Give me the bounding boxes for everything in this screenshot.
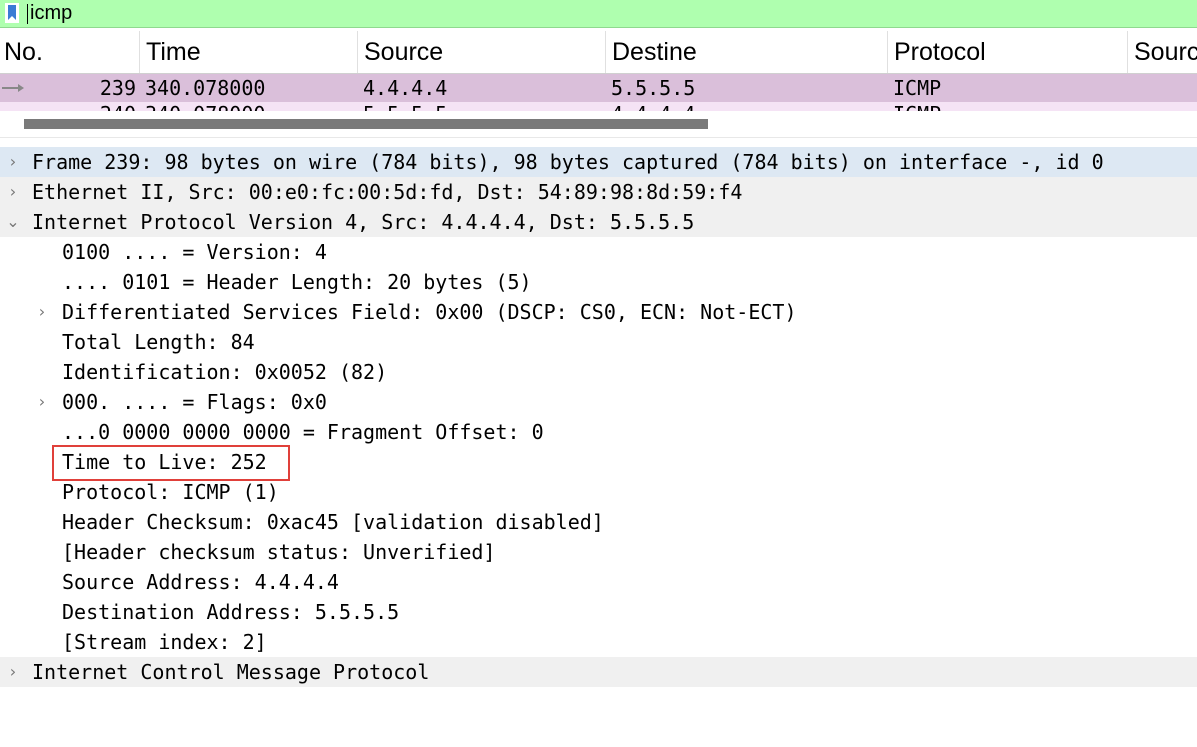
packet-list-header: No. Time Source Destine Protocol Source xyxy=(0,31,1197,74)
tree-item-frame[interactable]: › Frame 239: 98 bytes on wire (784 bits)… xyxy=(0,147,1197,177)
column-header-destination[interactable]: Destine xyxy=(605,31,887,73)
packet-source: 5.5.5.5 xyxy=(363,102,447,111)
tree-item-label: Frame 239: 98 bytes on wire (784 bits), … xyxy=(32,150,1104,174)
tree-item-label: Internet Protocol Version 4, Src: 4.4.4.… xyxy=(32,210,695,234)
packet-no: 239 xyxy=(99,76,136,100)
tree-item-label: Source Address: 4.4.4.4 xyxy=(62,570,339,594)
tree-item-label: Destination Address: 5.5.5.5 xyxy=(62,600,400,624)
tree-item-ip-fragment-offset[interactable]: ...0 0000 0000 0000 = Fragment Offset: 0 xyxy=(0,417,1197,447)
tree-item-ip-checksum-status[interactable]: [Header checksum status: Unverified] xyxy=(0,537,1197,567)
tree-item-ip-src[interactable]: Source Address: 4.4.4.4 xyxy=(0,567,1197,597)
ttl-highlight-box xyxy=(52,445,290,481)
column-header-time[interactable]: Time xyxy=(139,31,357,73)
tree-item-label: [Stream index: 2] xyxy=(62,630,267,654)
tree-item-ip-dst[interactable]: Destination Address: 5.5.5.5 xyxy=(0,597,1197,627)
packet-no: 240 xyxy=(60,102,136,111)
tree-item-ip-dsfield[interactable]: › Differentiated Services Field: 0x00 (D… xyxy=(0,297,1197,327)
packet-destination: 5.5.5.5 xyxy=(611,76,696,100)
tree-item-ip-protocol[interactable]: Protocol: ICMP (1) xyxy=(0,477,1197,507)
chevron-right-icon[interactable]: › xyxy=(34,297,50,327)
tree-item-ip-header-length[interactable]: .... 0101 = Header Length: 20 bytes (5) xyxy=(0,267,1197,297)
packet-time: 340.078000 xyxy=(145,76,266,100)
tree-item-label: 0100 .... = Version: 4 xyxy=(62,240,327,264)
text-cursor xyxy=(27,4,28,24)
tree-item-ip-checksum[interactable]: Header Checksum: 0xac45 [validation disa… xyxy=(0,507,1197,537)
column-header-protocol[interactable]: Protocol xyxy=(887,31,1127,73)
tree-item-label: Differentiated Services Field: 0x00 (DSC… xyxy=(62,300,797,324)
column-header-source[interactable]: Source xyxy=(357,31,605,73)
column-header-source-port[interactable]: Source xyxy=(1127,31,1197,73)
bookmark-icon[interactable] xyxy=(5,3,19,23)
packet-protocol: ICMP xyxy=(893,76,942,100)
scrollbar-thumb[interactable] xyxy=(24,119,708,129)
chevron-right-icon[interactable]: › xyxy=(5,147,21,177)
tree-item-label: Protocol: ICMP (1) xyxy=(62,480,279,504)
related-packet-arrow-icon xyxy=(2,84,24,92)
filter-input[interactable]: icmp xyxy=(30,2,72,25)
tree-item-label: Header Checksum: 0xac45 [validation disa… xyxy=(62,510,604,534)
tree-item-ip-flags[interactable]: › 000. .... = Flags: 0x0 xyxy=(0,387,1197,417)
tree-item-label: Internet Control Message Protocol xyxy=(32,660,430,684)
chevron-right-icon[interactable]: › xyxy=(5,657,21,687)
tree-item-label: Identification: 0x0052 (82) xyxy=(62,360,388,384)
packet-protocol: ICMP xyxy=(893,102,941,111)
tree-item-label: .... 0101 = Header Length: 20 bytes (5) xyxy=(62,270,532,294)
packet-row[interactable]: 239 340.078000 4.4.4.4 5.5.5.5 ICMP xyxy=(0,74,1197,102)
tree-item-ethernet[interactable]: › Ethernet II, Src: 00:e0:fc:00:5d:fd, D… xyxy=(0,177,1197,207)
chevron-down-icon[interactable]: ⌄ xyxy=(5,207,21,237)
packet-row[interactable]: 240 340.078000 5.5.5.5 4.4.4.4 ICMP xyxy=(0,102,1197,111)
tree-item-label: ...0 0000 0000 0000 = Fragment Offset: 0 xyxy=(62,420,544,444)
packet-destination: 4.4.4.4 xyxy=(611,102,695,111)
tree-item-ip-stream-index[interactable]: [Stream index: 2] xyxy=(0,627,1197,657)
chevron-right-icon[interactable]: › xyxy=(34,387,50,417)
tree-item-label: 000. .... = Flags: 0x0 xyxy=(62,390,327,414)
tree-item-ip-total-length[interactable]: Total Length: 84 xyxy=(0,327,1197,357)
tree-item-label: Ethernet II, Src: 00:e0:fc:00:5d:fd, Dst… xyxy=(32,180,743,204)
tree-item-icmp[interactable]: › Internet Control Message Protocol xyxy=(0,657,1197,687)
tree-item-ip-version[interactable]: 0100 .... = Version: 4 xyxy=(0,237,1197,267)
tree-item-ip[interactable]: ⌄ Internet Protocol Version 4, Src: 4.4.… xyxy=(0,207,1197,237)
tree-item-ip-identification[interactable]: Identification: 0x0052 (82) xyxy=(0,357,1197,387)
chevron-right-icon[interactable]: › xyxy=(5,177,21,207)
column-header-no[interactable]: No. xyxy=(0,31,139,73)
packet-time: 340.078000 xyxy=(145,102,265,111)
tree-item-label: Total Length: 84 xyxy=(62,330,255,354)
packet-source: 4.4.4.4 xyxy=(363,76,448,100)
display-filter-bar[interactable]: icmp xyxy=(0,0,1197,28)
tree-item-label: [Header checksum status: Unverified] xyxy=(62,540,496,564)
horizontal-scrollbar[interactable] xyxy=(0,113,1197,137)
